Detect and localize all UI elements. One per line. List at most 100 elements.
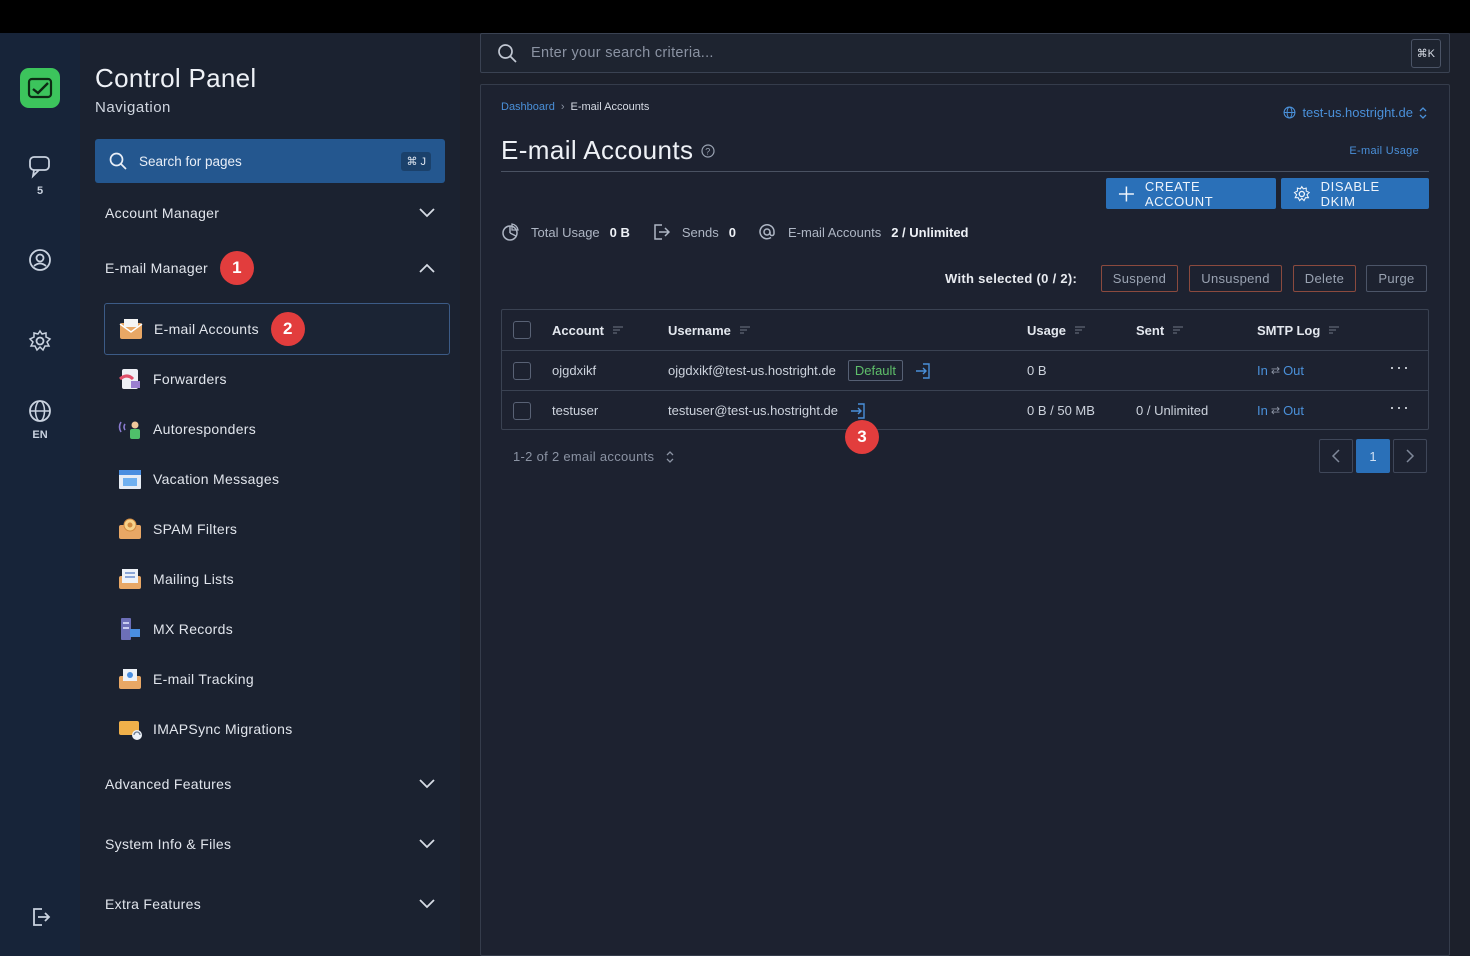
search-icon	[109, 152, 127, 170]
rail-settings[interactable]	[0, 329, 80, 353]
domain-selector[interactable]: test-us.hostright.de	[1283, 105, 1427, 120]
breadcrumb-dashboard[interactable]: Dashboard	[501, 101, 555, 113]
row-actions-menu[interactable]: ···	[1389, 357, 1410, 378]
smtp-out-link[interactable]: Out	[1283, 363, 1304, 378]
help-icon[interactable]: ?	[701, 143, 716, 158]
page-number-button[interactable]: 1	[1356, 439, 1390, 473]
table-row[interactable]: ojgdxikf ojgdxikf@test-us.hostright.de D…	[502, 350, 1428, 390]
section-email-manager[interactable]: E-mail Manager 1	[105, 251, 435, 285]
content-panel: Dashboard › E-mail Accounts test-us.host…	[480, 84, 1450, 956]
pagination-summary[interactable]: 1-2 of 2 email accounts	[513, 449, 674, 464]
sidebar-search[interactable]: Search for pages ⌘ J	[95, 139, 445, 183]
sends-value: 0	[728, 224, 736, 240]
section-advanced-features[interactable]: Advanced Features	[105, 774, 435, 794]
search-shortcut: ⌘K	[1410, 38, 1441, 68]
sidebar-item-label: E-mail Accounts	[154, 321, 259, 337]
disable-dkim-button[interactable]: DISABLE DKIM	[1281, 178, 1429, 209]
table-row[interactable]: testuser testuser@test-us.hostright.de 0…	[502, 390, 1428, 430]
sidebar-item-label: Vacation Messages	[153, 471, 280, 487]
username-text: ojgdxikf@test-us.hostright.de	[668, 363, 836, 378]
usage-cell: 0 B / 50 MB	[1027, 403, 1095, 418]
default-tag: Default	[847, 360, 904, 381]
rail-messages[interactable]: 5	[0, 155, 80, 197]
smtp-in-link[interactable]: In	[1257, 363, 1268, 378]
smtp-log-cell[interactable]: In ⇄ Out	[1257, 403, 1304, 418]
title-divider	[501, 171, 1429, 172]
sidebar-item-label: MX Records	[153, 621, 234, 637]
sidebar-item-email-accounts[interactable]: E-mail Accounts 2	[104, 303, 450, 355]
rail-profile[interactable]	[0, 248, 80, 272]
column-sent[interactable]: Sent	[1136, 323, 1184, 338]
rail-language[interactable]: EN	[0, 399, 80, 441]
sidebar-search-label: Search for pages	[139, 153, 242, 169]
login-icon[interactable]	[848, 401, 868, 421]
sidebar-item-autoresponders[interactable]: Autoresponders	[104, 403, 450, 455]
app-subtitle: Navigation	[95, 99, 171, 116]
sidebar-item-mailing-lists[interactable]: Mailing Lists	[104, 553, 450, 605]
sidebar-item-label: Mailing Lists	[153, 571, 234, 587]
chevron-left-icon	[1331, 449, 1340, 463]
create-account-button[interactable]: CREATE ACCOUNT	[1106, 178, 1276, 209]
row-checkbox[interactable]	[513, 361, 531, 380]
sidebar-search-shortcut: ⌘ J	[401, 151, 431, 171]
sidebar-item-label: Forwarders	[153, 371, 227, 387]
sidebar-item-label: Autoresponders	[153, 421, 257, 437]
smtp-log-cell[interactable]: In ⇄ Out	[1257, 363, 1304, 378]
account-cell: ojgdxikf	[552, 363, 597, 378]
chevron-down-icon	[419, 839, 435, 849]
purge-button[interactable]: Purge	[1366, 265, 1427, 292]
section-account-manager[interactable]: Account Manager	[105, 203, 435, 223]
sidebar-item-forwarders[interactable]: Forwarders	[104, 353, 450, 405]
column-smtp-log[interactable]: SMTP Log	[1257, 323, 1340, 338]
create-account-label: CREATE ACCOUNT	[1144, 178, 1214, 209]
table-header-row: Account Username Usage Sent SMTP Log	[502, 310, 1428, 350]
column-account[interactable]: Account	[552, 323, 624, 338]
smtp-out-link[interactable]: Out	[1283, 403, 1304, 418]
column-header-label: Username	[668, 322, 731, 338]
row-checkbox[interactable]	[513, 401, 531, 420]
column-username[interactable]: Username	[668, 323, 751, 338]
page-title: E-mail Accounts ?	[501, 135, 716, 166]
sidebar-item-email-tracking[interactable]: E-mail Tracking	[104, 653, 450, 705]
prev-page-button[interactable]	[1319, 439, 1353, 473]
username-cell: ojgdxikf@test-us.hostright.de Default	[668, 360, 933, 381]
unsuspend-button[interactable]: Unsuspend	[1189, 265, 1282, 292]
login-icon[interactable]	[913, 361, 933, 381]
forwarders-icon	[117, 366, 143, 392]
messages-count: 5	[36, 185, 44, 197]
suspend-button[interactable]: Suspend	[1101, 265, 1178, 292]
global-search[interactable]: Enter your search criteria... ⌘K	[480, 33, 1450, 73]
email-usage-link[interactable]: E-mail Usage	[1349, 145, 1419, 157]
breadcrumb: Dashboard › E-mail Accounts	[501, 101, 649, 113]
app-logo[interactable]	[20, 68, 60, 108]
rail-logout[interactable]	[0, 905, 80, 929]
sent-cell: 0 / Unlimited	[1136, 403, 1209, 418]
delete-button[interactable]: Delete	[1293, 265, 1356, 292]
sort-icon	[613, 326, 623, 334]
accounts-table: Account Username Usage Sent SMTP Log ojg…	[501, 309, 1429, 454]
with-selected-label: With selected (0 / 2):	[945, 271, 1078, 286]
next-page-button[interactable]	[1393, 439, 1427, 473]
row-actions-menu[interactable]: ···	[1389, 397, 1410, 418]
sidebar-item-vacation-messages[interactable]: Vacation Messages	[104, 453, 450, 505]
search-input[interactable]: Enter your search criteria...	[531, 45, 1411, 61]
gear-icon	[1293, 185, 1311, 202]
globe-icon	[29, 400, 51, 422]
column-usage[interactable]: Usage	[1027, 323, 1086, 338]
sidebar-item-spam-filters[interactable]: SPAM Filters	[104, 503, 450, 555]
sidebar-item-label: IMAPSync Migrations	[153, 721, 293, 737]
select-all-checkbox[interactable]	[513, 321, 531, 339]
user-circle-icon	[29, 249, 51, 271]
logout-icon	[33, 908, 51, 926]
sidebar-item-imapsync[interactable]: IMAPSync Migrations	[104, 703, 450, 755]
section-extra-features[interactable]: Extra Features	[105, 894, 435, 914]
section-system-info[interactable]: System Info & Files	[105, 834, 435, 854]
section-label: System Info & Files	[105, 836, 232, 852]
chevron-down-icon	[419, 899, 435, 909]
breadcrumb-separator: ›	[560, 101, 565, 113]
language-label: EN	[32, 429, 48, 441]
send-icon	[652, 223, 670, 241]
sidebar-item-mx-records[interactable]: MX Records	[104, 603, 450, 655]
annotation-badge-3: 3	[845, 420, 879, 454]
smtp-in-link[interactable]: In	[1257, 403, 1268, 418]
